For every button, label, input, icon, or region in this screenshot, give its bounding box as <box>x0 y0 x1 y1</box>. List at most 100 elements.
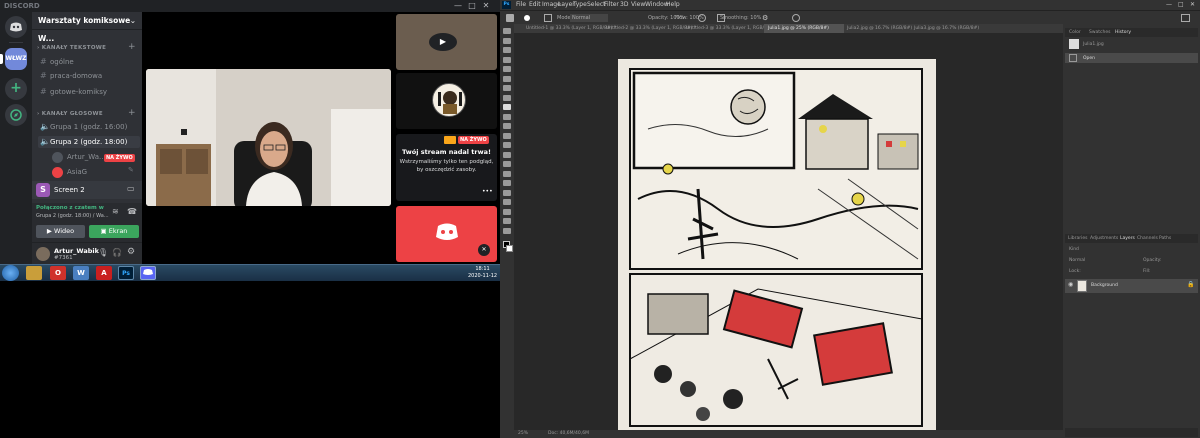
tab-swatches[interactable]: Swatches <box>1089 28 1111 37</box>
healing-tool-icon[interactable] <box>503 94 511 101</box>
eyedropper-tool-icon[interactable] <box>503 85 511 91</box>
frame-tool-icon[interactable] <box>503 75 511 82</box>
gear-icon[interactable]: ⚙ <box>127 247 135 257</box>
tab-libraries[interactable]: Libraries <box>1068 234 1087 243</box>
dodge-tool-icon[interactable] <box>503 161 511 167</box>
server-header[interactable]: Warsztaty komiksowe W... ⌄ <box>32 12 142 43</box>
brush-tool-icon[interactable] <box>503 104 511 110</box>
maximize-button[interactable]: □ <box>466 0 478 12</box>
layer-kind-filter[interactable]: Kind <box>1069 245 1079 254</box>
close-button[interactable]: ✕ <box>480 0 492 12</box>
explore-servers-icon[interactable] <box>5 104 27 126</box>
clock[interactable]: 18:11 2020-11-12 <box>468 266 497 280</box>
add-voice-channel-icon[interactable]: + <box>128 108 136 118</box>
mode-select[interactable]: Normal <box>570 14 608 22</box>
doc-tab-active[interactable]: Julia1.jpg @ 25% (RGB/8#) <box>764 24 844 33</box>
text-category[interactable]: › KANAŁY TEKSTOWE <box>37 45 106 51</box>
menu-view[interactable]: View <box>631 0 645 10</box>
opera-icon[interactable]: O <box>50 266 66 280</box>
hand-tool-icon[interactable] <box>503 208 511 215</box>
blur-tool-icon[interactable] <box>503 151 511 158</box>
layer-fill[interactable]: Fill: <box>1143 267 1151 276</box>
doc-tab[interactable]: Julia3.jpg @ 16.7% (RGB/8#) <box>914 24 979 33</box>
brush-preset-icon[interactable] <box>524 15 530 21</box>
tab-history[interactable]: History <box>1115 28 1131 37</box>
doc-tab[interactable]: Julia2.jpg @ 16.7% (RGB/8#) <box>847 24 912 33</box>
photoshop-icon[interactable]: Ps <box>118 266 134 280</box>
menu-file[interactable]: File <box>516 0 526 10</box>
tile-discord-user[interactable]: ✕ <box>396 206 497 262</box>
home-button[interactable] <box>5 16 27 38</box>
lasso-tool-icon[interactable] <box>503 47 511 53</box>
menu-edit[interactable]: Edit <box>529 0 541 10</box>
headphones-icon[interactable]: 🎧 <box>112 248 122 257</box>
pressure-size-icon[interactable] <box>792 14 800 22</box>
gradient-tool-icon[interactable] <box>503 142 511 148</box>
move-tool-icon[interactable] <box>503 28 511 34</box>
menu-type[interactable]: Type <box>573 0 587 10</box>
brush-tool-icon[interactable] <box>506 14 514 22</box>
tile-camera-off[interactable]: ▶ <box>396 14 497 70</box>
wacom-icon[interactable]: W <box>73 266 89 280</box>
gear-icon[interactable]: ⚙ <box>762 11 768 25</box>
tab-channels[interactable]: Channels <box>1137 234 1158 243</box>
zoom-readout[interactable]: 25% <box>518 430 528 438</box>
tile-avatar[interactable] <box>396 73 497 129</box>
doc-tab[interactable]: Untitled-1 @ 33.3% (Layer 1, RGB/8#) * <box>526 24 616 33</box>
marquee-tool-icon[interactable] <box>503 37 511 44</box>
add-server-icon[interactable]: + <box>5 78 27 100</box>
minimize-button[interactable]: — <box>452 0 464 12</box>
shape-tool-icon[interactable] <box>503 199 511 205</box>
quick-select-tool-icon[interactable] <box>503 56 511 63</box>
smoothing-field[interactable]: Smoothing: 10% <box>720 11 761 25</box>
noise-suppression-icon[interactable]: ≋ <box>112 207 119 216</box>
history-brush-tool-icon[interactable] <box>503 123 511 129</box>
flow-field[interactable]: Flow: 100% <box>675 11 704 25</box>
maximize-button[interactable]: □ <box>1178 0 1184 10</box>
camera-feed[interactable] <box>146 69 391 206</box>
tab-paths[interactable]: Paths <box>1159 234 1171 243</box>
menu-3d[interactable]: 3D <box>620 0 628 10</box>
explorer-icon[interactable] <box>26 266 42 280</box>
crop-tool-icon[interactable] <box>503 66 511 72</box>
voice-user-artur[interactable]: Artur_Wa... <box>67 151 107 163</box>
path-select-tool-icon[interactable] <box>503 189 511 196</box>
start-button[interactable] <box>2 265 19 281</box>
menu-select[interactable]: Select <box>587 0 606 10</box>
layer-blend-mode[interactable]: Normal <box>1069 256 1085 265</box>
history-snapshot[interactable]: Julia1.jpg <box>1083 40 1104 49</box>
channel-praca-domowa[interactable]: # praca-domowa <box>40 70 138 82</box>
zoom-tool-icon[interactable] <box>503 218 511 224</box>
comic-page-image[interactable] <box>618 59 936 430</box>
connection-location[interactable]: Grupa 2 (godz. 18:00) / Wa... <box>36 213 109 219</box>
tab-layers[interactable]: Layers <box>1120 234 1135 243</box>
add-text-channel-icon[interactable]: + <box>128 42 136 52</box>
monitor-icon[interactable]: ▭ <box>127 184 135 193</box>
layer-opacity[interactable]: Opacity: <box>1143 256 1162 265</box>
brush-panel-icon[interactable] <box>544 14 552 22</box>
guild-wlwz[interactable]: WŁWZ <box>5 48 27 70</box>
tab-color[interactable]: Color <box>1069 28 1081 37</box>
tile-paused-stream[interactable]: NA ŻYWO Twój stream nadal trwa! Wstrzyma… <box>396 134 497 201</box>
doc-tab[interactable]: Untitled-2 @ 33.3% (Layer 1, RGB/8#) * <box>606 24 696 33</box>
doc-tab[interactable]: Untitled-3 @ 33.3% (Layer 1, RGB/8#) * <box>686 24 776 33</box>
eraser-tool-icon[interactable] <box>503 132 511 139</box>
tab-adjustments[interactable]: Adjustments <box>1090 234 1118 243</box>
clone-stamp-tool-icon[interactable] <box>503 113 511 120</box>
voice-channel-grupa-2[interactable]: 🔈Grupa 2 (godz. 18:00) <box>38 136 140 148</box>
disconnect-icon[interactable]: ☎ <box>127 207 137 216</box>
pen-tool-icon[interactable] <box>503 170 511 177</box>
voice-channel-grupa-1[interactable]: 🔈Grupa 1 (godz. 16:00) <box>40 121 138 133</box>
acrobat-icon[interactable]: A <box>96 266 112 280</box>
eye-icon[interactable]: ◉ <box>1068 281 1073 288</box>
channel-gotowe-komiksy[interactable]: # gotowe-komiksy <box>40 86 138 98</box>
voice-user-asiag[interactable]: AsiaG <box>67 166 117 178</box>
discord-taskbar-icon[interactable] <box>140 266 156 280</box>
menu-filter[interactable]: Filter <box>604 0 619 10</box>
menu-help[interactable]: Help <box>666 0 680 10</box>
channel-ogolne[interactable]: # ogólne <box>40 56 138 68</box>
minimize-button[interactable]: — <box>1166 0 1172 10</box>
background-color-swatch[interactable] <box>506 245 513 252</box>
voice-category[interactable]: › KANAŁY GŁOSOWE <box>37 111 103 117</box>
close-button[interactable]: ✕ <box>1190 0 1195 10</box>
